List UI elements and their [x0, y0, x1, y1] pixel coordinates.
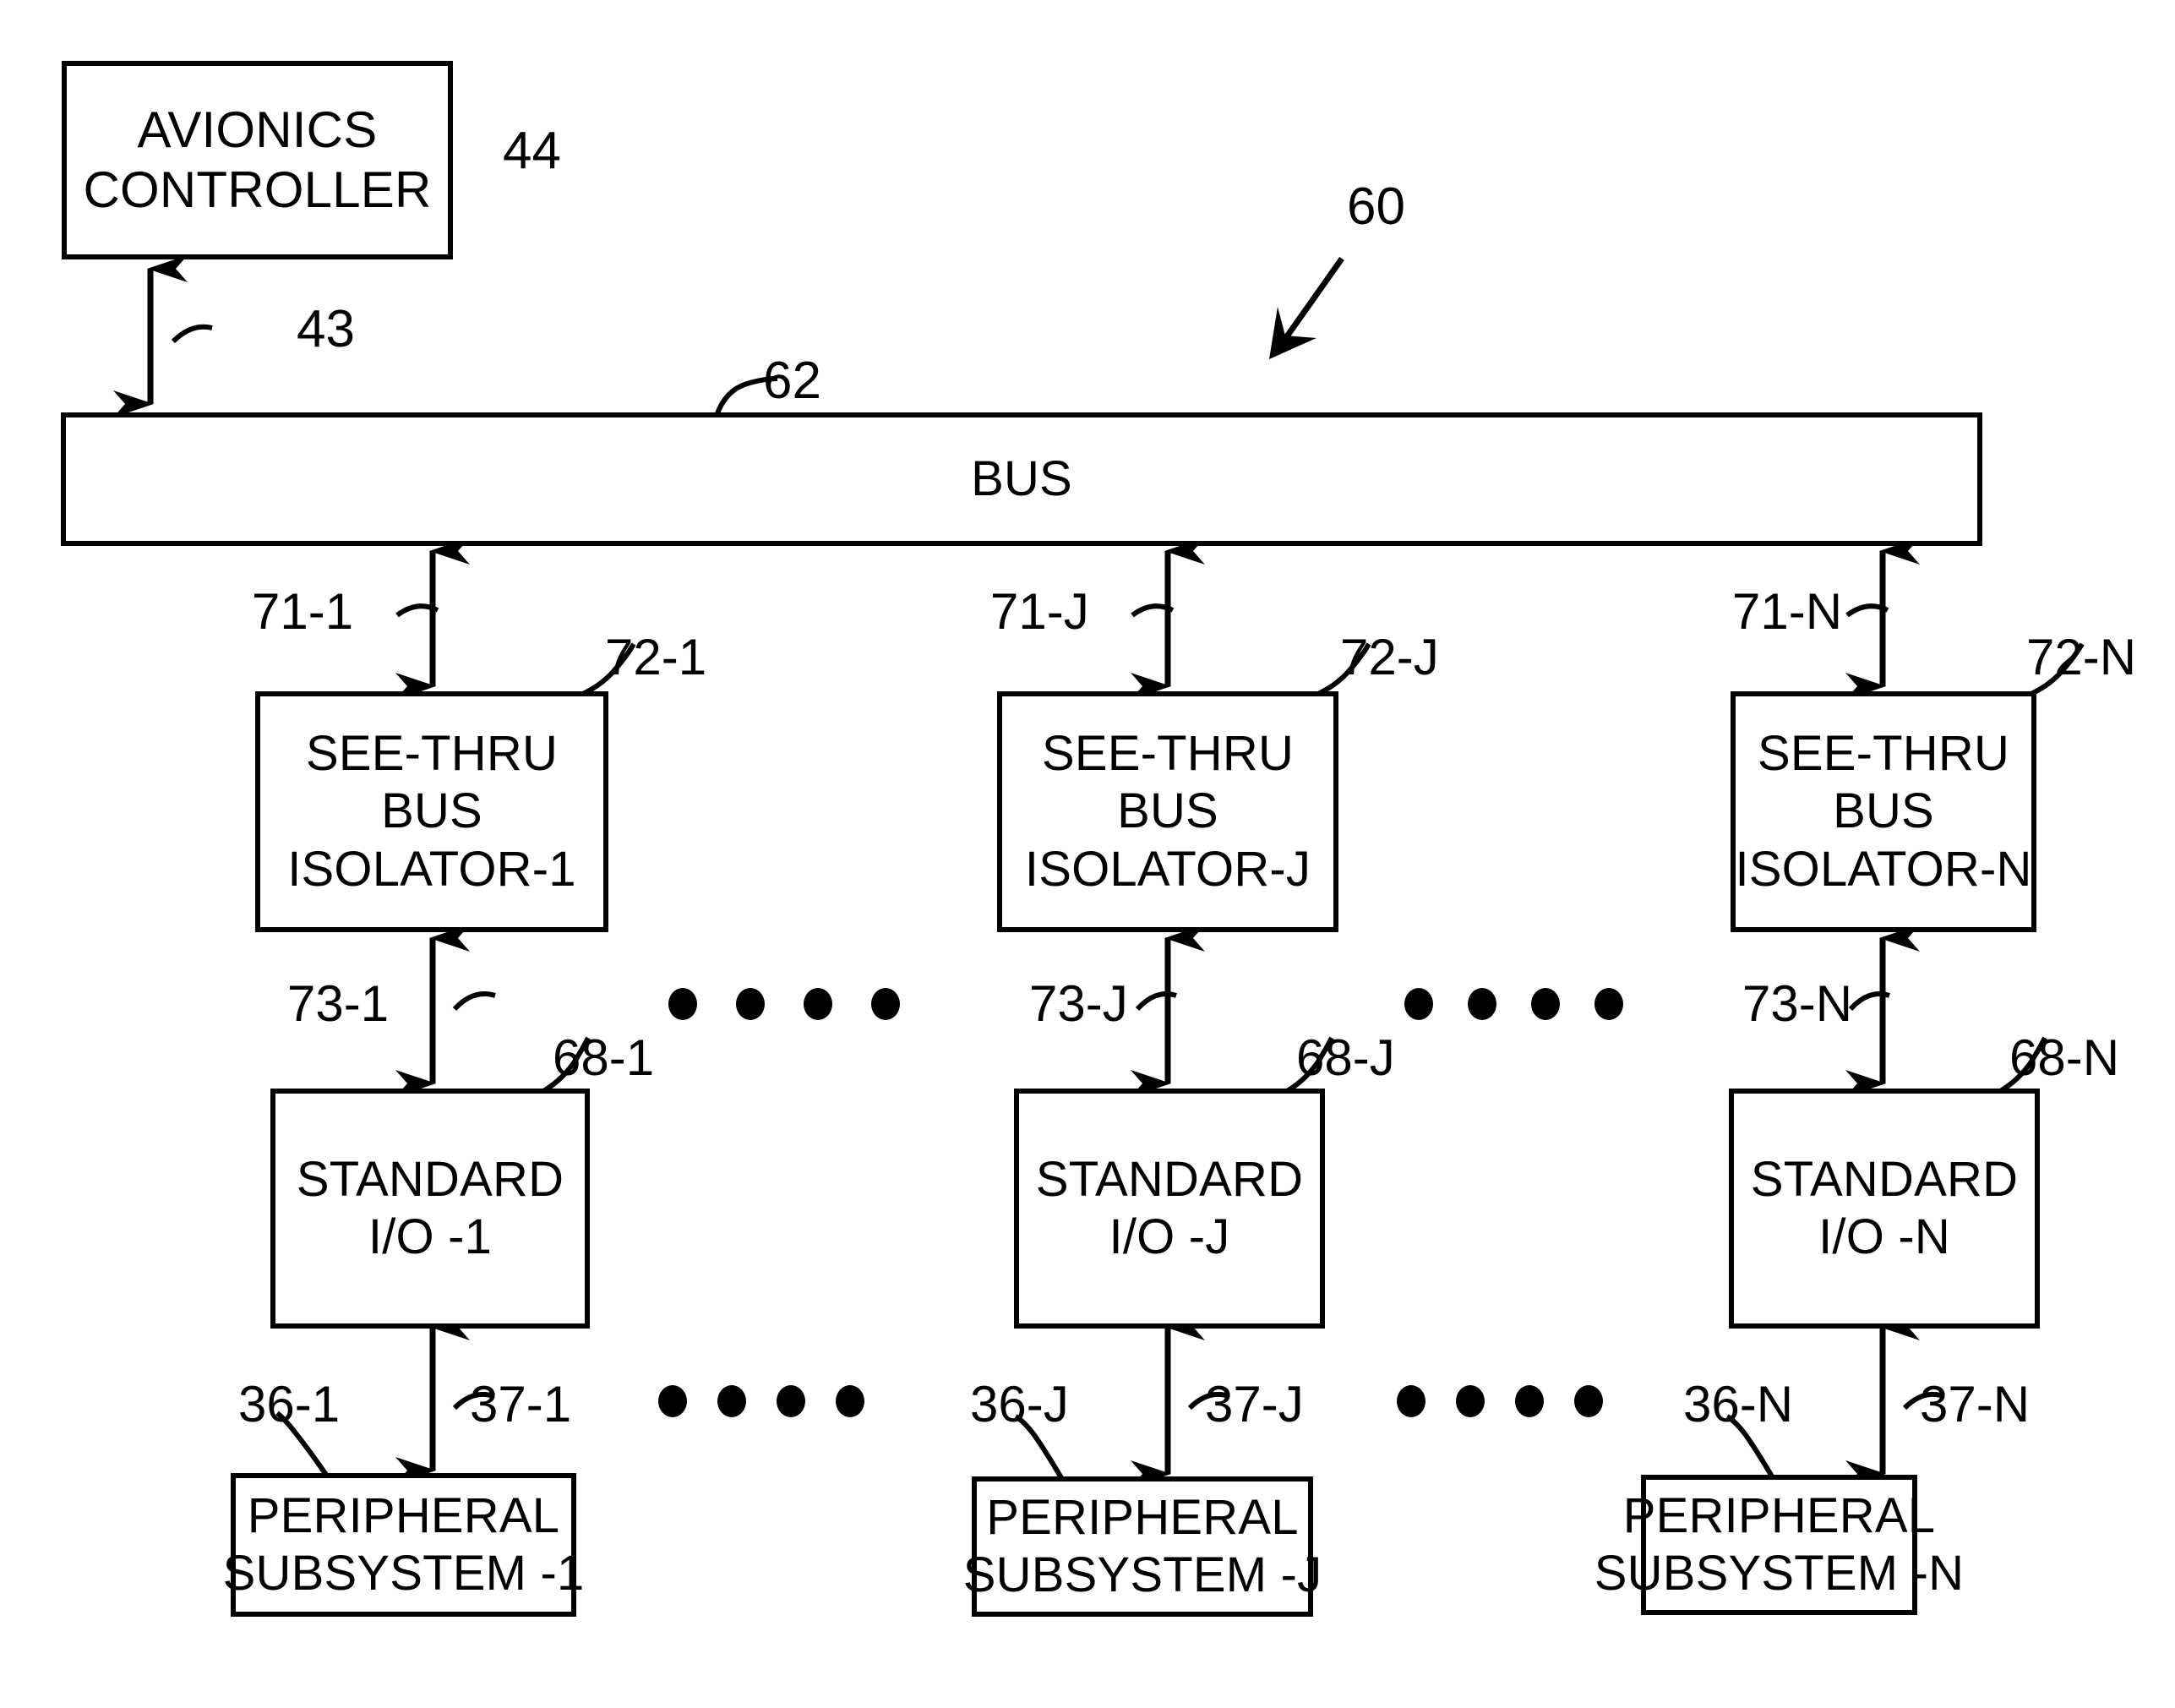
leader-43 [171, 324, 213, 344]
ref-73-N: 73-N [1742, 975, 1853, 1032]
ref-68-N: 68-N [2009, 1029, 2120, 1086]
peripheral-subsystem-1-line2: SUBSYSTEM -1 [222, 1546, 585, 1601]
peripheral-subsystem-1-box[interactable]: PERIPHERAL SUBSYSTEM -1 [223, 1473, 584, 1617]
ref-73-J: 73-J [1029, 975, 1128, 1032]
isolator-1-line3: ISOLATOR-1 [287, 841, 576, 897]
avionics-controller-box[interactable]: AVIONICS CONTROLLER [62, 61, 453, 259]
standard-io-N-line2: I/O -N [1818, 1209, 1950, 1264]
standard-io-N-box[interactable]: STANDARD I/O -N [1729, 1089, 2040, 1329]
bus-bar[interactable]: BUS [61, 412, 1982, 546]
ref-73-1: 73-1 [287, 975, 390, 1032]
standard-io-1-box[interactable]: STANDARD I/O -1 [270, 1089, 590, 1329]
ref-71-J: 71-J [990, 583, 1089, 640]
isolator-1-line2: BUS [381, 783, 482, 839]
isolator-J-line3: ISOLATOR-J [1024, 841, 1311, 897]
ref-71-1: 71-1 [252, 583, 354, 640]
isolator-N-line1: SEE-THRU [1757, 725, 2010, 781]
standard-io-N-line1: STANDARD [1750, 1151, 2019, 1207]
ref-68-J: 68-J [1296, 1029, 1395, 1086]
see-thru-bus-isolator-1-box[interactable]: SEE-THRU BUS ISOLATOR-1 [255, 691, 608, 932]
ref-36-J: 36-J [970, 1376, 1069, 1432]
ref-44: 44 [503, 122, 561, 180]
standard-io-1-line1: STANDARD [296, 1151, 564, 1207]
ellipsis-dots-row-lower-right [1397, 1385, 1603, 1417]
ref-36-1: 36-1 [238, 1376, 341, 1432]
isolator-N-line2: BUS [1833, 783, 1934, 839]
ref-72-J: 72-J [1340, 629, 1439, 685]
isolator-J-line1: SEE-THRU [1041, 725, 1295, 781]
system-ref-60-arrow [1269, 256, 1344, 359]
standard-io-J-line2: I/O -J [1109, 1209, 1230, 1264]
avionics-controller-label-line2: CONTROLLER [83, 161, 432, 218]
peripheral-subsystem-N-line1: PERIPHERAL [1622, 1487, 1936, 1543]
peripheral-subsystem-J-box[interactable]: PERIPHERAL SUBSYSTEM -J [963, 1476, 1322, 1617]
ellipsis-dots-row-lower-left [658, 1385, 864, 1417]
patent-figure-canvas: AVIONICS CONTROLLER BUS SEE-THRU BUS ISO… [0, 0, 2175, 1708]
standard-io-J-line1: STANDARD [1035, 1151, 1304, 1207]
ref-71-N: 71-N [1732, 583, 1843, 640]
peripheral-subsystem-N-line2: SUBSYSTEM -N [1594, 1546, 1965, 1601]
ref-37-N: 37-N [1920, 1376, 2031, 1432]
ref-68-1: 68-1 [553, 1029, 655, 1086]
ref-37-J: 37-J [1205, 1376, 1304, 1432]
see-thru-bus-isolator-N-box[interactable]: SEE-THRU BUS ISOLATOR-N [1731, 691, 2036, 932]
peripheral-subsystem-J-line2: SUBSYSTEM -J [962, 1547, 1322, 1602]
peripheral-subsystem-J-line1: PERIPHERAL [986, 1489, 1299, 1545]
isolator-J-line2: BUS [1117, 783, 1218, 839]
isolator-1-line1: SEE-THRU [305, 725, 559, 781]
peripheral-subsystem-1-line1: PERIPHERAL [247, 1487, 560, 1543]
see-thru-bus-isolator-J-box[interactable]: SEE-THRU BUS ISOLATOR-J [997, 691, 1338, 932]
ref-43: 43 [297, 300, 355, 358]
ref-72-1: 72-1 [605, 629, 707, 685]
ref-36-N: 36-N [1683, 1376, 1794, 1432]
isolator-N-line3: ISOLATOR-N [1735, 841, 2032, 897]
standard-io-1-line2: I/O -1 [368, 1209, 493, 1264]
avionics-controller-label-line1: AVIONICS [137, 101, 378, 158]
ellipsis-dots-row-upper-right [1404, 988, 1623, 1020]
peripheral-subsystem-N-box[interactable]: PERIPHERAL SUBSYSTEM -N [1594, 1475, 1964, 1615]
standard-io-J-box[interactable]: STANDARD I/O -J [1014, 1089, 1325, 1329]
ref-62: 62 [763, 352, 821, 410]
ellipsis-dots-row-upper-left [668, 988, 900, 1020]
ref-72-N: 72-N [2026, 629, 2137, 685]
ref-60: 60 [1347, 177, 1405, 236]
ref-37-1: 37-1 [470, 1376, 572, 1432]
bus-label: BUS [971, 450, 1072, 506]
